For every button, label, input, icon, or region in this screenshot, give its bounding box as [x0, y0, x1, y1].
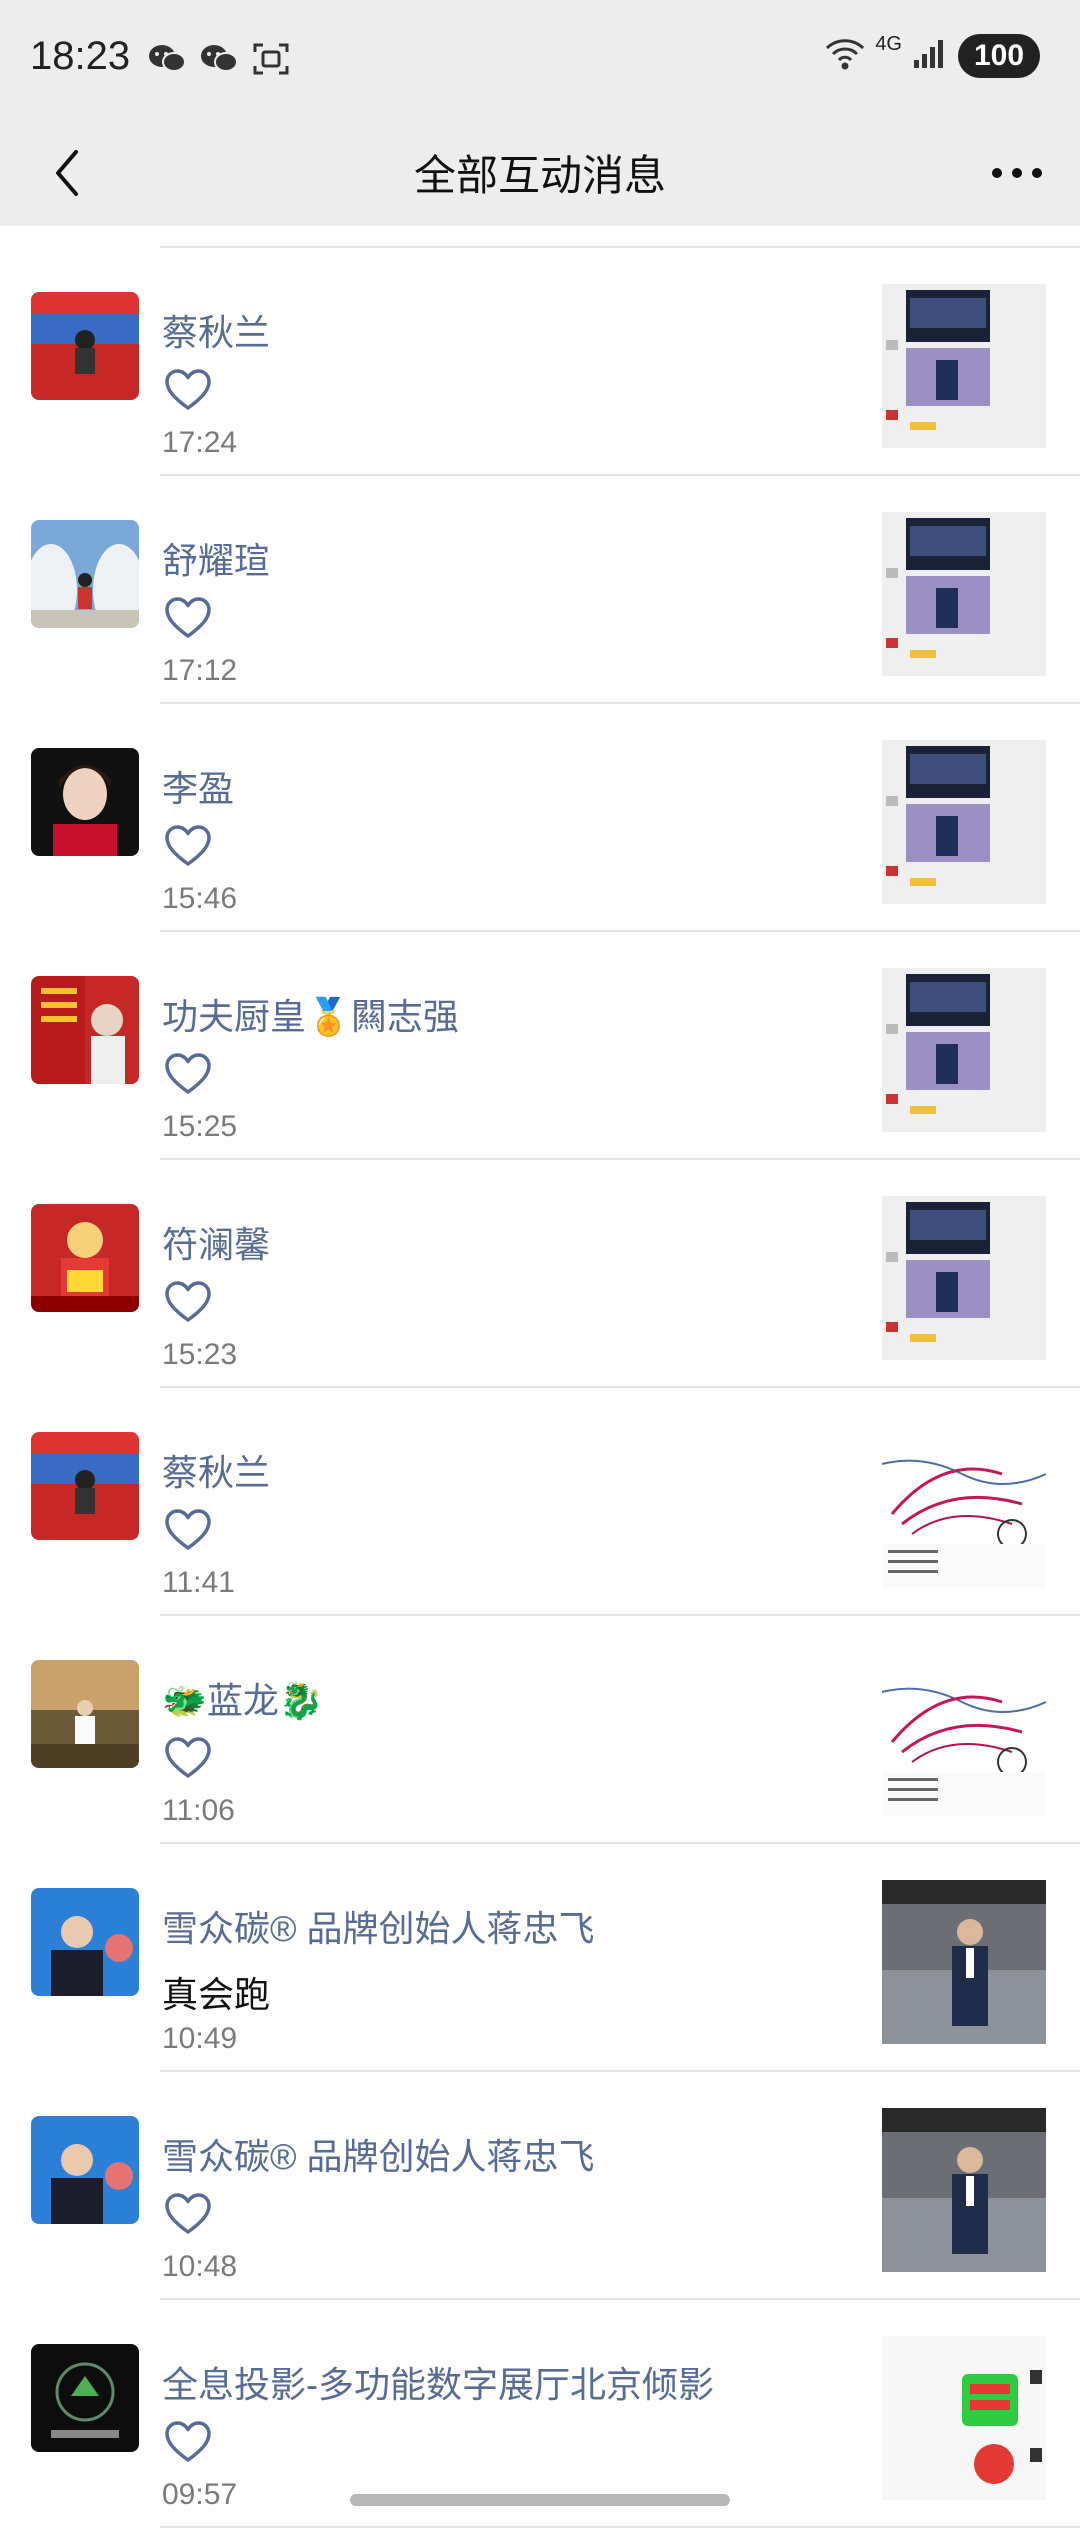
- avatar[interactable]: [31, 2344, 139, 2452]
- wechat-icon: [148, 42, 186, 76]
- heart-icon: [164, 824, 212, 868]
- avatar[interactable]: [31, 748, 139, 856]
- user-name[interactable]: 🐲蓝龙🐉: [162, 1672, 324, 1724]
- user-name[interactable]: 雪众碳® 品牌创始人蒋忠飞: [162, 2128, 595, 2180]
- post-thumbnail[interactable]: [882, 740, 1046, 904]
- user-name[interactable]: 蔡秋兰: [162, 304, 270, 356]
- avatar[interactable]: [31, 292, 139, 400]
- list-item[interactable]: 功夫厨皇🏅闗志强 15:25: [0, 932, 1080, 1160]
- timestamp: 15:46: [162, 882, 238, 915]
- post-thumbnail[interactable]: [882, 1196, 1046, 1360]
- heart-icon: [164, 2420, 212, 2464]
- timestamp: 11:06: [162, 1794, 235, 1827]
- heart-icon: [164, 1052, 212, 1096]
- user-name[interactable]: 李盈: [162, 760, 234, 812]
- timestamp: 15:23: [162, 1338, 238, 1371]
- list-item[interactable]: 蔡秋兰 11:41: [0, 1388, 1080, 1616]
- post-thumbnail[interactable]: [882, 1424, 1046, 1588]
- list-item[interactable]: 蔡秋兰 17:24: [0, 248, 1080, 476]
- user-name[interactable]: 全息投影-多功能数字展厅北京倾影: [162, 2356, 714, 2408]
- more-button[interactable]: [980, 136, 1054, 210]
- home-indicator[interactable]: [350, 2494, 730, 2506]
- post-thumbnail[interactable]: [882, 284, 1046, 448]
- timestamp: 10:49: [162, 2022, 238, 2055]
- user-name[interactable]: 雪众碳® 品牌创始人蒋忠飞: [162, 1900, 595, 1952]
- battery-level: 100: [958, 34, 1040, 78]
- avatar[interactable]: [31, 976, 139, 1084]
- scan-icon: [252, 42, 290, 76]
- avatar[interactable]: [31, 520, 139, 628]
- avatar[interactable]: [31, 2116, 139, 2224]
- wechat-icon: [200, 42, 238, 76]
- heart-icon: [164, 1280, 212, 1324]
- network-type: 4G: [875, 32, 902, 55]
- avatar[interactable]: [31, 1660, 139, 1768]
- wifi-icon: [825, 38, 865, 75]
- timestamp: 09:57: [162, 2478, 238, 2511]
- heart-icon: [164, 1736, 212, 1780]
- post-thumbnail[interactable]: [882, 1652, 1046, 1816]
- heart-icon: [164, 2192, 212, 2236]
- list-item[interactable]: 李盈 15:46: [0, 704, 1080, 932]
- notification-icons: [148, 42, 290, 76]
- heart-icon: [164, 596, 212, 640]
- avatar[interactable]: [31, 1204, 139, 1312]
- page-title: 全部互动消息: [413, 152, 666, 199]
- timestamp: 17:24: [162, 426, 238, 459]
- list-item[interactable]: 🐲蓝龙🐉 11:06: [0, 1616, 1080, 1844]
- user-name[interactable]: 舒耀瑄: [162, 532, 270, 584]
- status-right: 4G 100: [825, 32, 1040, 78]
- signal-icon: [912, 38, 948, 75]
- heart-icon: [164, 368, 212, 412]
- status-bar: 18:23 4G 100: [0, 0, 1080, 120]
- list-item[interactable]: 雪众碳® 品牌创始人蒋忠飞 10:48: [0, 2072, 1080, 2300]
- more-dots-icon: [992, 168, 1042, 178]
- timestamp: 11:41: [162, 1566, 235, 1599]
- avatar[interactable]: [31, 1888, 139, 1996]
- list-item[interactable]: 符澜馨 15:23: [0, 1160, 1080, 1388]
- post-thumbnail[interactable]: [882, 512, 1046, 676]
- timestamp: 15:25: [162, 1110, 238, 1143]
- list-item[interactable]: 舒耀瑄 17:12: [0, 476, 1080, 704]
- user-name[interactable]: 蔡秋兰: [162, 1444, 270, 1496]
- user-name[interactable]: 功夫厨皇🏅闗志强: [162, 988, 459, 1040]
- avatar[interactable]: [31, 1432, 139, 1540]
- status-time: 18:23: [30, 34, 131, 78]
- post-thumbnail[interactable]: [882, 2336, 1046, 2500]
- comment-text: 真会跑: [162, 1974, 271, 2015]
- heart-icon: [164, 1508, 212, 1552]
- post-thumbnail[interactable]: [882, 2108, 1046, 2272]
- timestamp: 10:48: [162, 2250, 238, 2283]
- timestamp: 17:12: [162, 654, 238, 687]
- title-bar: 全部互动消息: [0, 120, 1080, 226]
- post-thumbnail[interactable]: [882, 968, 1046, 1132]
- post-thumbnail[interactable]: [882, 1880, 1046, 2044]
- user-name[interactable]: 符澜馨: [162, 1216, 270, 1268]
- list-item[interactable]: 雪众碳® 品牌创始人蒋忠飞真会跑 10:49: [0, 1844, 1080, 2072]
